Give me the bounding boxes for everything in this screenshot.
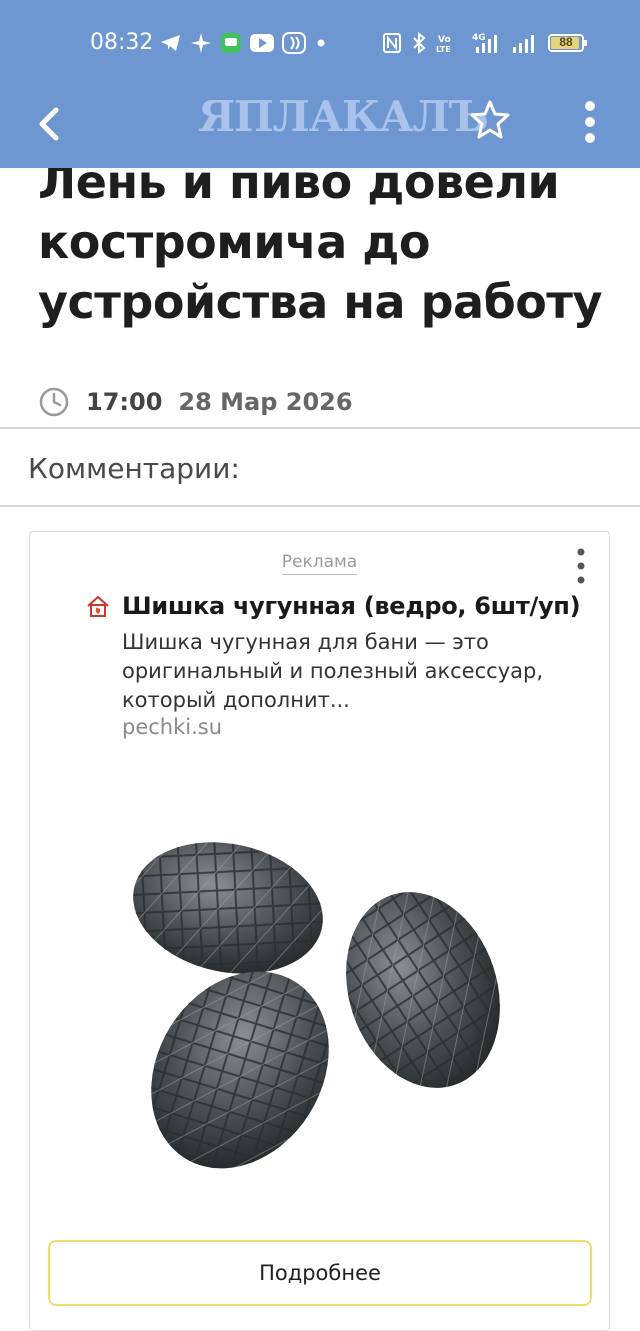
favorite-button[interactable]: [468, 98, 512, 142]
more-vert-icon: [585, 101, 595, 143]
ad-description: Шишка чугунная для бани — это оригинальн…: [122, 630, 543, 712]
product-image[interactable]: [130, 830, 510, 1180]
site-logo[interactable]: ЯПЛАКАЛЪ: [198, 92, 489, 141]
status-bar: 08:32 Vo LTE 4G 88: [0, 0, 640, 88]
back-button[interactable]: [30, 98, 70, 148]
sparkle-icon: [190, 32, 212, 54]
star-icon: [470, 100, 510, 139]
more-menu-button[interactable]: [576, 98, 604, 146]
dot-icon: [314, 36, 328, 50]
wallet-icon: [282, 32, 306, 54]
battery-icon: 88: [548, 34, 587, 52]
article-meta: 17:00 28 Мар 2026: [38, 386, 353, 418]
comments-heading: Комментарии:: [28, 452, 240, 485]
more-vert-icon: [577, 548, 585, 584]
messages-icon: [220, 32, 242, 54]
ad-menu-button[interactable]: [569, 546, 593, 586]
article-title-container: Лень и пиво довели костромича до устройс…: [0, 168, 640, 368]
cone-bottom: [151, 971, 329, 1169]
status-time: 08:32: [90, 30, 154, 55]
svg-text:LTE: LTE: [436, 45, 451, 54]
house-fire-icon: [86, 594, 110, 618]
clock-icon: [39, 387, 69, 417]
cone-top-left: [133, 842, 323, 974]
cone-right: [346, 892, 500, 1088]
signal-4g-icon: 4G: [468, 31, 502, 55]
article-time: 17:00: [86, 388, 163, 416]
ad-card[interactable]: Реклама Шишка чугунная (ведро, 6шт/уп) Ш…: [29, 531, 610, 1331]
svg-text:Vo: Vo: [438, 35, 451, 45]
divider: [0, 427, 640, 429]
more-details-button[interactable]: Подробнее: [48, 1240, 592, 1306]
back-arrow-icon: [39, 107, 59, 141]
telegram-icon: [160, 33, 182, 53]
ad-headline[interactable]: Шишка чугунная (ведро, 6шт/уп): [122, 592, 581, 620]
divider: [0, 505, 640, 507]
ad-domain[interactable]: pechki.su: [122, 715, 222, 739]
volte-icon: Vo LTE: [436, 32, 458, 54]
battery-level: 88: [559, 35, 573, 49]
youtube-icon: [250, 34, 274, 52]
signal-icon: [512, 32, 538, 54]
notification-icons: [160, 30, 328, 56]
system-icons: Vo LTE 4G 88: [382, 30, 587, 56]
article-title: Лень и пиво довели костромича до устройс…: [38, 168, 602, 329]
app-bar: ЯПЛАКАЛЪ: [0, 88, 640, 168]
ad-label: Реклама: [30, 552, 609, 575]
nfc-icon: [382, 32, 402, 54]
article-date: 28 Мар 2026: [178, 388, 353, 416]
bluetooth-icon: [412, 32, 426, 54]
svg-text:4G: 4G: [472, 33, 486, 43]
